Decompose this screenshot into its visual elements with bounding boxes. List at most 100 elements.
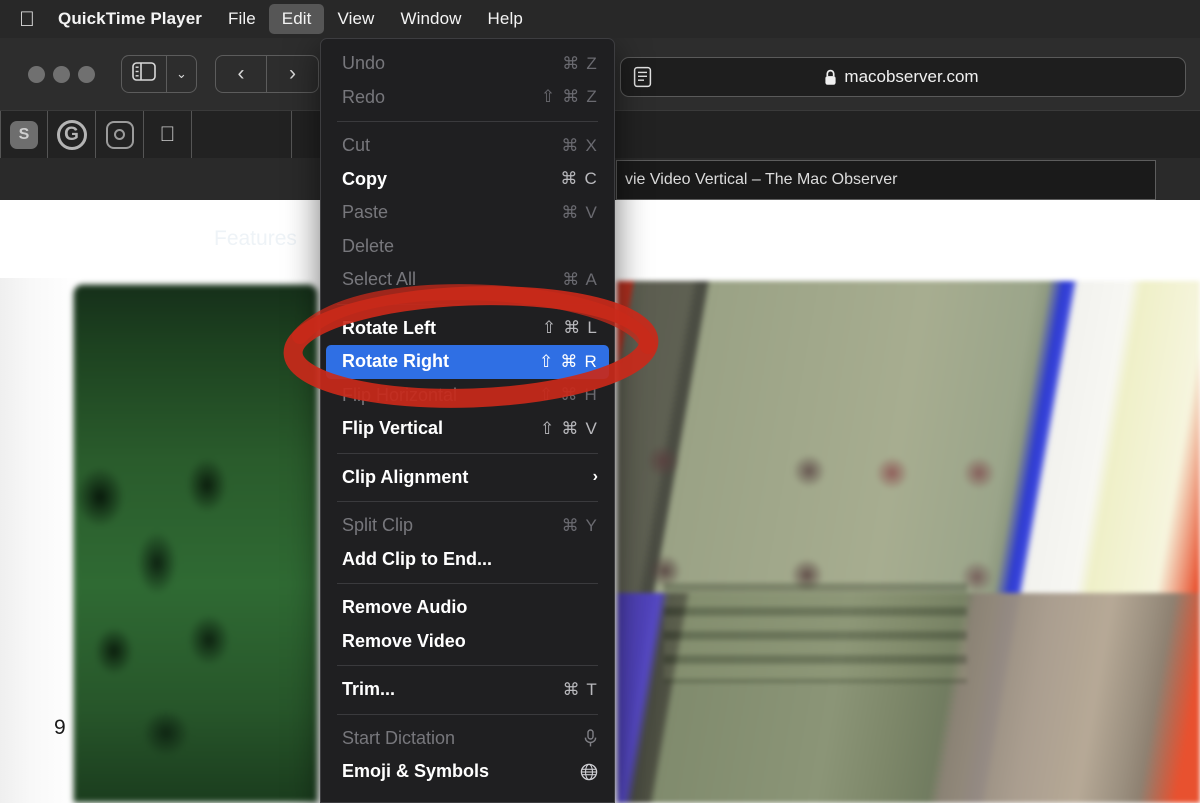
back-button[interactable]: ‹ xyxy=(215,55,267,93)
macos-menu-bar:  QuickTime Player File Edit View Window… xyxy=(0,0,1200,38)
menu-separator xyxy=(337,583,598,584)
nav-label: Features xyxy=(214,227,297,251)
menu-item-label: Cut xyxy=(342,135,561,156)
menu-item-label: Remove Audio xyxy=(342,597,598,618)
instagram-favicon xyxy=(106,121,134,149)
menu-item-label: Split Clip xyxy=(342,515,562,536)
reader-view-icon[interactable] xyxy=(633,66,652,88)
chevron-left-icon: ‹ xyxy=(238,62,245,86)
s-favicon: S xyxy=(10,121,38,149)
menu-item-label: Flip Horizontal xyxy=(342,385,539,406)
close-button[interactable] xyxy=(28,66,45,83)
lock-icon xyxy=(824,69,837,86)
menu-item-paste[interactable]: Paste ⌘ V xyxy=(321,196,614,230)
video-frame-left[interactable] xyxy=(73,284,318,803)
menu-item-shortcut: ⌘ V xyxy=(561,203,598,223)
navigation-button-group: ‹ › xyxy=(215,55,319,93)
menu-item-label: Copy xyxy=(342,169,560,190)
tab-active[interactable]: vie Video Vertical – The Mac Observer xyxy=(616,160,1156,200)
menu-item-remove-audio[interactable]: Remove Audio xyxy=(321,591,614,625)
microphone-icon xyxy=(583,729,598,748)
url-bar[interactable]: macobserver.com xyxy=(620,57,1186,97)
menu-item-shortcut: ⌘ A xyxy=(562,270,598,290)
maximize-button[interactable] xyxy=(78,66,95,83)
menu-separator xyxy=(337,714,598,715)
video-frame-right[interactable] xyxy=(617,281,1200,803)
menubar-item-help[interactable]: Help xyxy=(475,4,536,34)
menu-item-shortcut: ⌘ C xyxy=(560,169,598,189)
chevron-down-icon: ⌄ xyxy=(176,66,187,82)
logo-line2: Observer xyxy=(48,238,135,259)
menu-item-cut[interactable]: Cut ⌘ X xyxy=(321,129,614,163)
menu-item-shortcut: ⇧ ⌘ R xyxy=(539,352,598,372)
menu-item-label: Add Clip to End... xyxy=(342,549,598,570)
menu-separator xyxy=(337,501,598,502)
favorites-spacer xyxy=(192,111,292,158)
menu-item-rotate-left[interactable]: Rotate Left ⇧ ⌘ L xyxy=(321,312,614,346)
menu-item-flip-vertical[interactable]: Flip Vertical ⇧ ⌘ V xyxy=(321,412,614,446)
globe-icon xyxy=(580,763,598,781)
power-icon xyxy=(129,221,151,243)
minimize-button[interactable] xyxy=(53,66,70,83)
favorite-item[interactable]: S xyxy=(0,111,48,158)
menu-item-delete[interactable]: Delete xyxy=(321,230,614,264)
menu-item-emoji-symbols[interactable]: Emoji & Symbols xyxy=(321,755,614,789)
menu-item-rotate-right[interactable]: Rotate Right ⇧ ⌘ R xyxy=(326,345,609,379)
menu-item-label: Redo xyxy=(342,87,541,108)
url-display[interactable]: macobserver.com xyxy=(652,67,1151,87)
menu-item-remove-video[interactable]: Remove Video xyxy=(321,625,614,659)
apple-logo-icon[interactable]:  xyxy=(14,4,40,34)
page-number: 9 xyxy=(54,716,66,740)
menu-item-label: Emoji & Symbols xyxy=(342,761,580,782)
chevron-right-icon: › xyxy=(593,468,598,486)
menu-item-label: Select All xyxy=(342,269,562,290)
menu-item-redo[interactable]: Redo ⇧ ⌘ Z xyxy=(321,81,614,115)
menu-item-clip-alignment[interactable]: Clip Alignment › xyxy=(321,461,614,495)
sidebar-icon xyxy=(132,62,156,86)
forward-button[interactable]: › xyxy=(267,55,319,93)
page-sheet-edge xyxy=(0,278,78,803)
menubar-item-file[interactable]: File xyxy=(215,4,269,34)
tab-title: vie Video Vertical – The Mac Observer xyxy=(625,171,897,189)
mac-observer-logo[interactable]: the Mac Observer xyxy=(16,211,168,267)
menubar-item-view[interactable]: View xyxy=(324,4,387,34)
menu-item-undo[interactable]: Undo ⌘ Z xyxy=(321,47,614,81)
window-controls[interactable] xyxy=(28,66,95,83)
sidebar-button-group: ⌄ xyxy=(121,55,197,93)
menu-item-label: Paste xyxy=(342,202,561,223)
menu-item-label: Remove Video xyxy=(342,631,598,652)
menu-item-select-all[interactable]: Select All ⌘ A xyxy=(321,263,614,297)
screenshot-root: ⌄ ‹ › S G  xyxy=(0,0,1200,803)
favorite-item[interactable] xyxy=(96,111,144,158)
sidebar-toggle-button[interactable] xyxy=(121,55,167,93)
menu-item-shortcut: ⇧ ⌘ H xyxy=(539,385,598,405)
favorite-item[interactable]: G xyxy=(48,111,96,158)
menu-item-add-clip-to-end[interactable]: Add Clip to End... xyxy=(321,543,614,577)
menu-item-label: Rotate Right xyxy=(342,351,539,372)
edit-dropdown-menu: Undo ⌘ Z Redo ⇧ ⌘ Z Cut ⌘ X Copy ⌘ C Pas… xyxy=(320,38,615,803)
logo-line1: the Mac xyxy=(58,219,126,238)
menu-item-start-dictation[interactable]: Start Dictation xyxy=(321,722,614,756)
menu-item-label: Flip Vertical xyxy=(342,418,540,439)
menu-item-shortcut: ⌘ T xyxy=(563,680,598,700)
menubar-item-edit[interactable]: Edit xyxy=(269,4,325,34)
menubar-item-window[interactable]: Window xyxy=(387,4,474,34)
menu-item-label: Undo xyxy=(342,53,562,74)
menu-item-label: Delete xyxy=(342,236,598,257)
sidebar-dropdown-button[interactable]: ⌄ xyxy=(167,55,197,93)
menu-separator xyxy=(337,304,598,305)
menu-separator xyxy=(337,453,598,454)
menu-item-trim[interactable]: Trim... ⌘ T xyxy=(321,673,614,707)
nav-item-features[interactable]: Features xyxy=(214,227,297,251)
menu-item-split-clip[interactable]: Split Clip ⌘ Y xyxy=(321,509,614,543)
menubar-app-name[interactable]: QuickTime Player xyxy=(52,4,215,34)
google-favicon: G xyxy=(57,120,87,150)
menu-item-label: Trim... xyxy=(342,679,563,700)
url-text: macobserver.com xyxy=(844,67,978,87)
menu-item-flip-horizontal[interactable]: Flip Horizontal ⇧ ⌘ H xyxy=(321,379,614,413)
menu-item-copy[interactable]: Copy ⌘ C xyxy=(321,163,614,197)
menu-item-shortcut: ⇧ ⌘ V xyxy=(540,419,598,439)
menu-separator xyxy=(337,121,598,122)
favorite-item[interactable]:  xyxy=(144,111,192,158)
menu-item-shortcut: ⌘ Y xyxy=(562,516,598,536)
